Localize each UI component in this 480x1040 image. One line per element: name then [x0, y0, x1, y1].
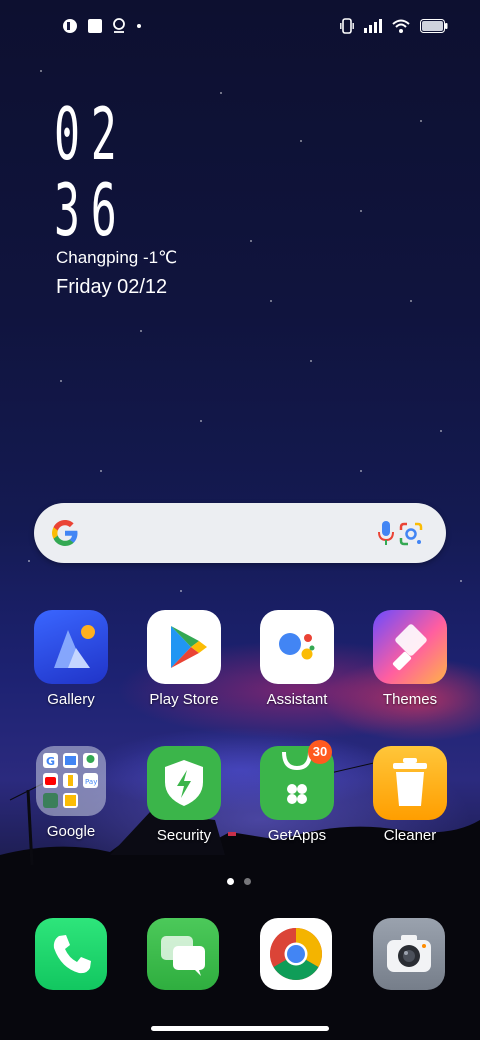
app-label: Security	[156, 827, 212, 844]
clock-minutes: 36	[54, 168, 128, 252]
assistant-icon	[260, 610, 334, 684]
page-dot-active	[227, 878, 234, 885]
google-g-icon	[50, 518, 80, 553]
clock-hours: 02	[54, 92, 128, 176]
gallery-icon	[34, 610, 108, 684]
dot-indicator-icon	[136, 23, 142, 29]
app-themes[interactable]: Themes	[355, 610, 465, 708]
themes-icon	[373, 610, 447, 684]
dock-camera[interactable]	[354, 918, 464, 990]
app-label: Assistant	[266, 691, 328, 708]
phone-icon	[35, 918, 107, 990]
dock-phone[interactable]	[16, 918, 126, 990]
page-dot	[244, 878, 251, 885]
dock-messages[interactable]	[128, 918, 238, 990]
svg-text:G: G	[46, 755, 55, 768]
cleaner-trash-icon	[373, 746, 447, 820]
camera-icon	[373, 918, 445, 990]
square-notification-icon	[88, 19, 102, 33]
dock-chrome[interactable]	[241, 918, 351, 990]
app-label: Themes	[382, 691, 438, 708]
home-gesture-bar[interactable]	[151, 1026, 329, 1031]
clock-widget[interactable]: 02 36	[54, 96, 254, 248]
app-label: Play Store	[149, 691, 219, 708]
page-indicator	[227, 878, 251, 885]
weather-location[interactable]: Changping -1℃	[56, 248, 177, 268]
chrome-icon	[260, 918, 332, 990]
location-pin-icon	[112, 18, 126, 34]
app-assistant[interactable]: Assistant	[242, 610, 352, 708]
wifi-icon	[392, 19, 410, 33]
messages-icon	[147, 918, 219, 990]
app-gallery[interactable]: Gallery	[16, 610, 126, 708]
status-bar	[0, 0, 480, 56]
security-shield-icon	[147, 746, 221, 820]
folder-google[interactable]: G Pay Google	[16, 746, 126, 840]
svg-text:Pay: Pay	[85, 778, 97, 786]
battery-icon	[420, 19, 448, 33]
app-cleaner[interactable]: Cleaner	[355, 746, 465, 844]
google-folder-icon: G Pay	[36, 746, 106, 816]
signal-bars-icon	[364, 19, 382, 33]
app-label: Google	[46, 823, 96, 840]
app-security[interactable]: Security	[129, 746, 239, 844]
app-label: Gallery	[47, 691, 95, 708]
app-getapps[interactable]: 30 GetApps	[242, 740, 352, 844]
app-label: GetApps	[267, 827, 327, 844]
app-label: Cleaner	[383, 827, 437, 844]
play-store-icon	[147, 610, 221, 684]
google-search-bar[interactable]	[34, 503, 446, 563]
google-lens-icon[interactable]	[398, 521, 424, 552]
microphone-icon[interactable]	[376, 519, 396, 552]
app-play-store[interactable]: Play Store	[129, 610, 239, 708]
app-badge-icon	[62, 18, 78, 34]
vibrate-icon	[340, 18, 354, 34]
date-label: Friday 02/12	[56, 276, 168, 298]
notification-badge: 30	[308, 740, 332, 764]
